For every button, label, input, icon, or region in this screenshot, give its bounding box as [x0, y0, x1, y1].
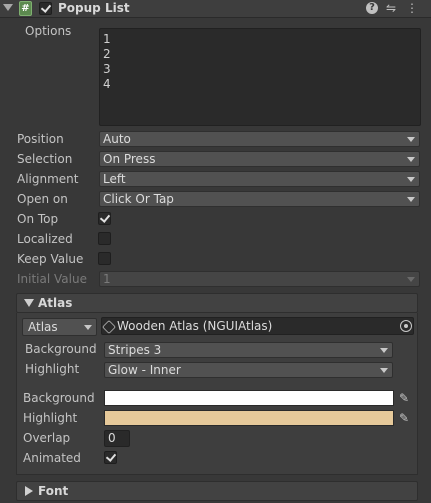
animated-checkbox[interactable] [104, 451, 117, 464]
open-on-dropdown[interactable]: Click Or Tap [99, 191, 420, 207]
alignment-label: Alignment [17, 172, 79, 186]
initial-value-dropdown: 1 [99, 271, 420, 287]
chevron-down-icon [407, 137, 415, 142]
preset-icon[interactable]: ⇋ [384, 1, 398, 15]
initial-value-label: Initial Value [17, 272, 87, 286]
selection-dropdown[interactable]: On Press [99, 151, 420, 167]
font-section-title: Font [38, 484, 69, 498]
highlight-sprite-dropdown[interactable]: Glow - Inner [104, 362, 393, 378]
kebab-menu-icon[interactable]: ⋮ [405, 1, 419, 15]
component-title: Popup List [58, 1, 130, 15]
highlight-sprite-label: Highlight [25, 362, 80, 376]
atlas-object-field[interactable]: Wooden Atlas (NGUIAtlas) [101, 317, 414, 335]
keep-value-label: Keep Value [17, 252, 84, 266]
atlas-type-value: Atlas [28, 320, 58, 334]
on-top-checkbox[interactable] [98, 212, 111, 225]
open-on-label: Open on [17, 192, 68, 206]
chevron-down-icon [407, 177, 415, 182]
option-line: 1 [103, 32, 111, 46]
overlap-value: 0 [108, 431, 116, 445]
option-line: 2 [103, 47, 111, 61]
component-enabled-checkbox[interactable] [39, 2, 52, 15]
option-line: 3 [103, 62, 111, 76]
background-color-label: Background [23, 391, 95, 405]
font-section-header[interactable] [16, 481, 418, 501]
background-sprite-label: Background [25, 342, 97, 356]
keep-value-checkbox[interactable] [98, 252, 111, 265]
atlas-type-dropdown[interactable]: Atlas [22, 318, 97, 336]
localized-checkbox[interactable] [98, 232, 111, 245]
alignment-value: Left [103, 172, 126, 186]
animated-label: Animated [23, 451, 81, 465]
chevron-down-icon [380, 368, 388, 373]
position-dropdown[interactable]: Auto [99, 131, 420, 147]
overlap-label: Overlap [23, 431, 71, 445]
chevron-down-icon [84, 325, 92, 330]
script-icon: # [19, 1, 32, 16]
background-color-field[interactable] [104, 390, 394, 406]
background-sprite-dropdown[interactable]: Stripes 3 [104, 342, 393, 358]
fold-arrow-icon[interactable] [3, 4, 13, 11]
atlas-section-title: Atlas [38, 296, 73, 310]
atlas-object-value: Wooden Atlas (NGUIAtlas) [117, 319, 273, 333]
object-picker-icon[interactable] [400, 320, 412, 332]
options-textarea[interactable]: 1 2 3 4 [99, 28, 421, 126]
chevron-down-icon [380, 348, 388, 353]
position-label: Position [17, 132, 64, 146]
initial-value-value: 1 [103, 272, 111, 286]
highlight-sprite-value: Glow - Inner [108, 363, 181, 377]
expand-arrow-icon [24, 299, 34, 307]
eyedropper-icon[interactable]: ✎ [397, 391, 411, 405]
background-sprite-value: Stripes 3 [108, 343, 162, 357]
highlight-color-label: Highlight [23, 411, 78, 425]
on-top-label: On Top [17, 212, 59, 226]
chevron-down-icon [407, 277, 415, 282]
selection-label: Selection [17, 152, 73, 166]
localized-label: Localized [17, 232, 73, 246]
selection-value: On Press [103, 152, 156, 166]
options-label: Options [25, 24, 72, 38]
option-line: 4 [103, 77, 111, 91]
atlas-section-header[interactable] [16, 293, 418, 313]
highlight-color-field[interactable] [104, 410, 394, 426]
alignment-dropdown[interactable]: Left [99, 171, 420, 187]
overlap-field[interactable]: 0 [104, 430, 130, 447]
open-on-value: Click Or Tap [103, 192, 174, 206]
eyedropper-icon[interactable]: ✎ [397, 411, 411, 425]
chevron-down-icon [407, 157, 415, 162]
position-value: Auto [103, 132, 131, 146]
help-icon[interactable]: ? [366, 2, 378, 14]
chevron-down-icon [407, 197, 415, 202]
collapse-arrow-icon [25, 486, 33, 496]
